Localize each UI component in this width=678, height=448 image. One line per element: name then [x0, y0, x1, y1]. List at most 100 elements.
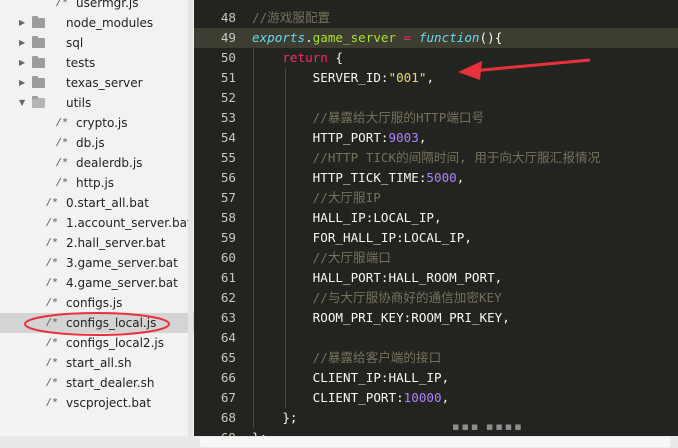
code-token: :ROOM_PRI_KEY, — [403, 310, 510, 325]
indent-guide — [285, 68, 286, 408]
code-line[interactable]: 68 }; — [194, 408, 678, 428]
line-number: 56 — [220, 170, 236, 185]
code-line[interactable]: 51 SERVER_ID:"001", — [194, 68, 678, 88]
code-token: //大厅服端口 — [312, 250, 391, 265]
js-file-icon: /* — [46, 237, 59, 248]
code-token: //游戏服配置 — [252, 10, 331, 25]
file-item[interactable]: /* 2.hall_server.bat — [0, 233, 194, 253]
file-item[interactable]: /* vscproject.bat — [0, 393, 194, 413]
file-item[interactable]: /* start_all.sh — [0, 353, 194, 373]
code-line[interactable]: 58 HALL_IP:LOCAL_IP, — [194, 208, 678, 228]
code-line[interactable]: 59 FOR_HALL_IP:LOCAL_IP, — [194, 228, 678, 248]
file-item[interactable]: /* start_dealer.sh — [0, 373, 194, 393]
folder-icon — [32, 96, 45, 108]
line-number: 48 — [220, 10, 236, 25]
code-line[interactable]: 69}; — [194, 428, 678, 436]
code-line[interactable]: 60 //大厅服端口 — [194, 248, 678, 268]
tree-item-label: 0.start_all.bat — [66, 196, 149, 210]
code-text: //大厅服端口 — [252, 248, 391, 268]
chevron-right-icon[interactable]: ▶ — [19, 53, 29, 73]
file-item[interactable]: /* crypto.js — [0, 113, 194, 133]
code-line[interactable]: 62 //与大厅服协商好的通信加密KEY — [194, 288, 678, 308]
js-file-icon: /* — [46, 377, 59, 388]
indent-guide — [253, 48, 254, 428]
code-line[interactable]: 53 //暴露给大厅服的HTTP端口号 — [194, 108, 678, 128]
code-line[interactable]: 56 HTTP_TICK_TIME:5000, — [194, 168, 678, 188]
code-token: CLIENT_IP — [312, 370, 381, 385]
line-number: 57 — [220, 190, 236, 205]
chevron-down-icon[interactable]: ▼ — [19, 93, 29, 113]
file-item[interactable]: /* http.js — [0, 173, 194, 193]
folder-item[interactable]: ▶ tests — [0, 53, 194, 73]
folder-item[interactable]: ▶ sql — [0, 33, 194, 53]
code-line[interactable]: 67 CLIENT_PORT:10000, — [194, 388, 678, 408]
code-token: SERVER_ID — [312, 70, 381, 85]
code-line[interactable]: 61 HALL_PORT:HALL_ROOM_PORT, — [194, 268, 678, 288]
code-line[interactable]: 64 — [194, 328, 678, 348]
code-text: //大厅服IP — [252, 188, 381, 208]
file-item[interactable]: /* 1.account_server.bat — [0, 213, 194, 233]
chevron-right-icon[interactable]: ▶ — [19, 33, 29, 53]
code-text: CLIENT_IP:HALL_IP, — [252, 368, 450, 388]
file-item[interactable]: /* 4.game_server.bat — [0, 273, 194, 293]
js-file-icon: /* — [56, 0, 69, 8]
code-text: }; — [252, 428, 267, 436]
line-number: 58 — [220, 210, 236, 225]
code-token: , — [441, 390, 450, 405]
tree-item-label: sql — [66, 36, 84, 50]
folder-item[interactable]: ▼ utils — [0, 93, 194, 113]
code-token: "001" — [388, 70, 427, 85]
code-line[interactable]: 54 HTTP_PORT:9003, — [194, 128, 678, 148]
tree-item-label: vscproject.bat — [66, 396, 152, 410]
code-line[interactable]: 57 //大厅服IP — [194, 188, 678, 208]
chevron-right-icon[interactable]: ▶ — [19, 73, 29, 93]
line-number: 66 — [220, 370, 236, 385]
code-line[interactable]: 50 return { — [194, 48, 678, 68]
js-file-icon: /* — [46, 217, 59, 228]
code-editor[interactable]: 48 //游戏服配置 49 exports.game_server = functio… — [194, 0, 678, 436]
tree-item-label: 1.account_server.bat — [66, 216, 192, 230]
code-line[interactable]: 63 ROOM_PRI_KEY:ROOM_PRI_KEY, — [194, 308, 678, 328]
code-line[interactable]: 52 — [194, 88, 678, 108]
line-number: 49 — [220, 30, 236, 45]
folder-icon — [32, 16, 45, 28]
folder-icon — [32, 76, 45, 88]
file-item[interactable]: /* 3.game_server.bat — [0, 253, 194, 273]
code-line[interactable]: 65 //暴露给客户端的接口 — [194, 348, 678, 368]
code-line[interactable]: 55 //HTTP TICK的间隔时间, 用于向大厅服汇报情况 — [194, 148, 678, 168]
code-line[interactable]: 49 exports.game_server = function(){ — [194, 28, 678, 48]
line-number: 55 — [220, 150, 236, 165]
horizontal-scrollbar[interactable] — [200, 437, 670, 447]
file-item[interactable]: /* db.js — [0, 133, 194, 153]
chevron-right-icon[interactable]: ▶ — [19, 13, 29, 33]
code-text: //暴露给大厅服的HTTP端口号 — [252, 108, 484, 128]
code-text: //与大厅服协商好的通信加密KEY — [252, 288, 502, 308]
code-line[interactable]: 66 CLIENT_IP:HALL_IP, — [194, 368, 678, 388]
code-token: CLIENT_PORT — [312, 390, 397, 405]
js-file-icon: /* — [56, 177, 69, 188]
code-token: , — [456, 170, 465, 185]
code-token: game_server — [312, 30, 397, 45]
code-text: //暴露给客户端的接口 — [252, 348, 442, 368]
line-number: 54 — [220, 130, 236, 145]
code-line[interactable]: 48 //游戏服配置 — [194, 8, 678, 28]
code-text: exports.game_server = function(){ — [252, 28, 502, 48]
line-number: 61 — [220, 270, 236, 285]
code-token: . — [305, 30, 313, 45]
folder-item[interactable]: ▶ node_modules — [0, 13, 194, 33]
code-token: :HALL_ROOM_PORT, — [380, 270, 503, 285]
file-item[interactable]: /* 0.start_all.bat — [0, 193, 194, 213]
sidebar-scrollbar[interactable] — [188, 0, 193, 436]
folder-item[interactable]: ▶ texas_server — [0, 73, 194, 93]
code-token: ROOM_PRI_KEY — [312, 310, 404, 325]
file-item[interactable]: /* usermgr.js — [0, 0, 194, 13]
file-item[interactable]: /* dealerdb.js — [0, 153, 194, 173]
code-text: return { — [252, 48, 343, 68]
